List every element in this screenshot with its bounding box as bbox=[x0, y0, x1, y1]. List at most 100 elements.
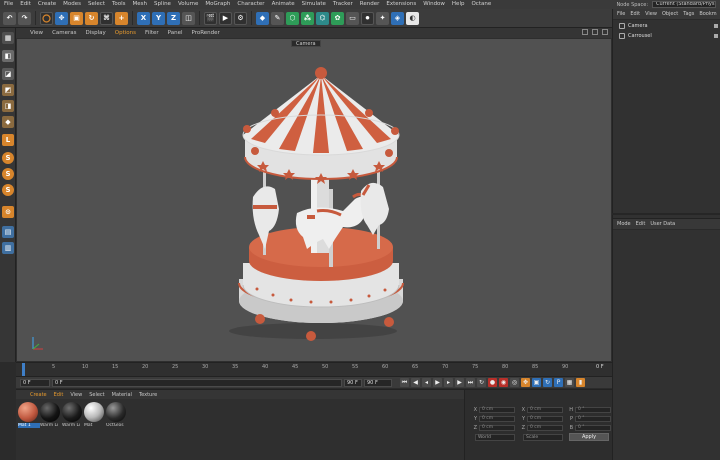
position-y-field[interactable]: 0 cm bbox=[479, 415, 515, 422]
viewport-menu-prorender[interactable]: ProRender bbox=[192, 30, 220, 36]
menu-simulate[interactable]: Simulate bbox=[302, 0, 326, 9]
viewport-menu-view[interactable]: View bbox=[30, 30, 43, 36]
viewport[interactable]: Camera bbox=[16, 38, 612, 362]
x-axis-lock-button[interactable]: X bbox=[137, 11, 150, 25]
tag-icon[interactable]: ◈ bbox=[391, 11, 404, 25]
points-mode-icon[interactable]: ◩ bbox=[2, 84, 14, 96]
material-item[interactable]: OctGlos bbox=[106, 402, 126, 428]
grid-icon[interactable]: ▤ bbox=[2, 226, 14, 238]
panel-splitter[interactable] bbox=[612, 213, 720, 215]
object-row-camera[interactable]: Camera bbox=[613, 22, 720, 30]
next-key-icon[interactable]: ▶ bbox=[455, 378, 464, 387]
timeline-window-icon[interactable]: ▮ bbox=[576, 378, 585, 387]
menu-edit[interactable]: Edit bbox=[20, 0, 31, 9]
loop-icon[interactable]: ↻ bbox=[477, 378, 486, 387]
om-menu-edit[interactable]: Edit bbox=[630, 11, 640, 17]
menu-octane[interactable]: Octane bbox=[471, 0, 491, 9]
object-row-carrousel[interactable]: Carrousel bbox=[613, 32, 720, 40]
om-menu-tags[interactable]: Tags bbox=[683, 11, 694, 17]
viewport-menu-display[interactable]: Display bbox=[86, 30, 106, 36]
z-axis-lock-button[interactable]: Z bbox=[167, 11, 180, 25]
position-z-field[interactable]: 0 cm bbox=[479, 424, 515, 431]
pla-key-icon[interactable]: ▦ bbox=[565, 378, 574, 387]
material-menu-edit[interactable]: Edit bbox=[54, 392, 64, 398]
rotation-b-field[interactable]: 0 ° bbox=[575, 424, 611, 431]
material-item[interactable]: Mat 1 bbox=[18, 402, 40, 428]
render-settings-icon[interactable]: ⚙ bbox=[234, 11, 247, 25]
go-to-end-icon[interactable]: ⏭ bbox=[466, 378, 475, 387]
menu-create[interactable]: Create bbox=[38, 0, 56, 9]
model-mode-icon[interactable]: ◧ bbox=[2, 50, 14, 62]
menu-spline[interactable]: Spline bbox=[154, 0, 171, 9]
om-menu-bookmarks[interactable]: Bookm bbox=[699, 11, 716, 17]
viewport-menu-filter[interactable]: Filter bbox=[145, 30, 159, 36]
y-axis-lock-button[interactable]: Y bbox=[152, 11, 165, 25]
rotation-key-icon[interactable]: ↻ bbox=[543, 378, 552, 387]
redo-icon[interactable]: ↷ bbox=[18, 11, 31, 25]
edges-mode-icon[interactable]: ◨ bbox=[2, 100, 14, 112]
move-view-icon[interactable] bbox=[582, 29, 588, 35]
live-selection-icon[interactable] bbox=[40, 11, 53, 25]
scale-icon[interactable]: ▣ bbox=[70, 11, 83, 25]
transform-icon[interactable]: + bbox=[115, 11, 128, 25]
material-menu-material[interactable]: Material bbox=[112, 392, 132, 398]
material-menu-view[interactable]: View bbox=[70, 392, 82, 398]
axis-mode-icon[interactable]: L bbox=[2, 134, 14, 146]
menu-select[interactable]: Select bbox=[88, 0, 105, 9]
rotation-h-field[interactable]: 0 ° bbox=[575, 406, 611, 413]
snap-s2-icon[interactable]: S bbox=[2, 168, 14, 180]
visibility-toggle[interactable] bbox=[714, 34, 718, 38]
previous-key-icon[interactable]: ◀ bbox=[411, 378, 420, 387]
play-icon[interactable]: ▶ bbox=[433, 378, 442, 387]
size-y-field[interactable]: 0 cm bbox=[527, 415, 563, 422]
om-menu-file[interactable]: File bbox=[617, 11, 625, 17]
am-menu-mode[interactable]: Mode bbox=[617, 221, 631, 227]
coordinate-system-icon[interactable]: ◫ bbox=[182, 11, 195, 25]
timeline-ruler[interactable]: 0 5 10 15 20 25 30 35 40 45 50 55 60 65 … bbox=[16, 362, 612, 376]
coordinate-mode-select[interactable]: World bbox=[475, 434, 515, 441]
menu-file[interactable]: File bbox=[4, 0, 13, 9]
snap-s-icon[interactable]: S bbox=[2, 152, 14, 164]
undo-icon[interactable]: ↶ bbox=[3, 11, 16, 25]
size-z-field[interactable]: 0 cm bbox=[527, 424, 563, 431]
render-picture-viewer-icon[interactable]: ▶ bbox=[219, 11, 232, 25]
bulb-icon[interactable]: ◐ bbox=[406, 11, 419, 25]
viewport-menu-cameras[interactable]: Cameras bbox=[52, 30, 76, 36]
menu-extensions[interactable]: Extensions bbox=[386, 0, 416, 9]
size-mode-select[interactable]: Scale bbox=[523, 434, 563, 441]
menu-help[interactable]: Help bbox=[452, 0, 465, 9]
go-to-start-icon[interactable]: ⏮ bbox=[400, 378, 409, 387]
material-item[interactable]: Warm Li bbox=[40, 402, 60, 428]
render-view-icon[interactable]: 🎬 bbox=[204, 11, 217, 25]
deformer-icon[interactable]: ⌬ bbox=[316, 11, 329, 25]
menu-render[interactable]: Render bbox=[360, 0, 380, 9]
recent-tools-icon[interactable]: ⌘ bbox=[100, 11, 113, 25]
move-icon[interactable]: ✥ bbox=[55, 11, 68, 25]
apply-button[interactable]: Apply bbox=[569, 433, 609, 441]
material-menu-create[interactable]: Create bbox=[30, 392, 47, 398]
menu-tools[interactable]: Tools bbox=[112, 0, 126, 9]
snap-s3-icon[interactable]: S bbox=[2, 184, 14, 196]
node-space-select[interactable]: Current (Standard/Physical) bbox=[652, 1, 716, 8]
parameter-key-icon[interactable]: P bbox=[554, 378, 563, 387]
position-x-field[interactable]: 0 cm bbox=[479, 406, 515, 413]
menu-tracker[interactable]: Tracker bbox=[333, 0, 353, 9]
am-menu-user-data[interactable]: User Data bbox=[650, 221, 675, 227]
scale-key-icon[interactable]: ▣ bbox=[532, 378, 541, 387]
om-menu-object[interactable]: Object bbox=[662, 11, 678, 17]
menu-mograph[interactable]: MoGraph bbox=[205, 0, 230, 9]
array-icon[interactable]: ⁂ bbox=[301, 11, 314, 25]
menu-mesh[interactable]: Mesh bbox=[133, 0, 147, 9]
rotate-icon[interactable]: ↻ bbox=[85, 11, 98, 25]
menu-animate[interactable]: Animate bbox=[272, 0, 295, 9]
make-editable-icon[interactable]: ▦ bbox=[2, 32, 14, 44]
am-menu-edit[interactable]: Edit bbox=[636, 221, 646, 227]
workplane-icon[interactable]: ⊙ bbox=[2, 206, 14, 218]
material-menu-select[interactable]: Select bbox=[89, 392, 104, 398]
keyframe-selection-icon[interactable]: ◎ bbox=[510, 378, 519, 387]
menu-window[interactable]: Window bbox=[423, 0, 445, 9]
om-menu-view[interactable]: View bbox=[645, 11, 657, 17]
end-frame-field[interactable]: 90 F bbox=[344, 378, 362, 387]
size-x-field[interactable]: 0 cm bbox=[527, 406, 563, 413]
maximize-view-icon[interactable] bbox=[602, 29, 608, 35]
